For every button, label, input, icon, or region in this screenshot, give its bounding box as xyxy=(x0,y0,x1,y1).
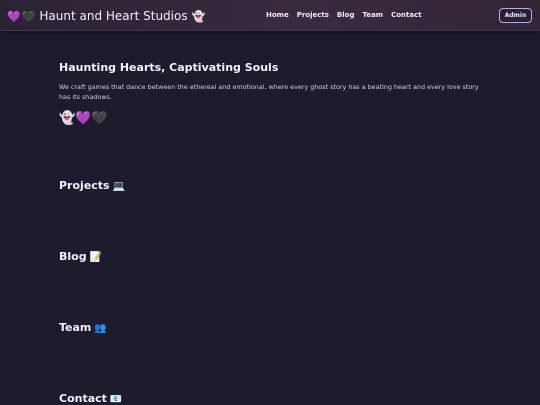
hero-description: We craft games that dance between the et… xyxy=(59,83,479,101)
admin-button[interactable]: Admin xyxy=(499,8,532,23)
team-heading-label: Team xyxy=(59,321,92,334)
main-nav: Home Projects Blog Team Contact xyxy=(266,11,422,19)
brand-title: Haunt and Heart Studios xyxy=(39,9,188,23)
blog-heading: Blog 📝 xyxy=(59,250,102,263)
blog-heading-label: Blog xyxy=(59,250,87,263)
brand-logo[interactable]: 💜 🖤 Haunt and Heart Studios 👻 xyxy=(7,7,205,25)
nav-link-contact[interactable]: Contact xyxy=(391,11,422,19)
contact-heading-label: Contact xyxy=(59,392,107,405)
memo-icon: 📝 xyxy=(89,252,103,263)
ghost-icon: 👻 xyxy=(191,9,206,23)
black-heart-icon: 🖤 xyxy=(21,9,36,23)
projects-heading: Projects 💻 xyxy=(59,179,125,192)
laptop-icon: 💻 xyxy=(112,181,126,192)
hero-title: Haunting Hearts, Captivating Souls xyxy=(59,61,279,74)
hero-emoji-row: 👻💜🖤 xyxy=(59,111,108,126)
nav-link-blog[interactable]: Blog xyxy=(337,11,355,19)
email-icon: 📧 xyxy=(109,394,123,405)
people-icon: 👥 xyxy=(94,323,107,334)
site-header: 💜 🖤 Haunt and Heart Studios 👻 Home Proje… xyxy=(0,0,540,31)
nav-link-projects[interactable]: Projects xyxy=(297,11,329,19)
contact-heading: Contact 📧 xyxy=(59,392,122,405)
nav-link-home[interactable]: Home xyxy=(266,11,289,19)
purple-heart-icon: 💜 xyxy=(7,9,21,23)
team-heading: Team 👥 xyxy=(59,321,107,334)
nav-link-team[interactable]: Team xyxy=(362,11,383,19)
projects-heading-label: Projects xyxy=(59,179,110,192)
